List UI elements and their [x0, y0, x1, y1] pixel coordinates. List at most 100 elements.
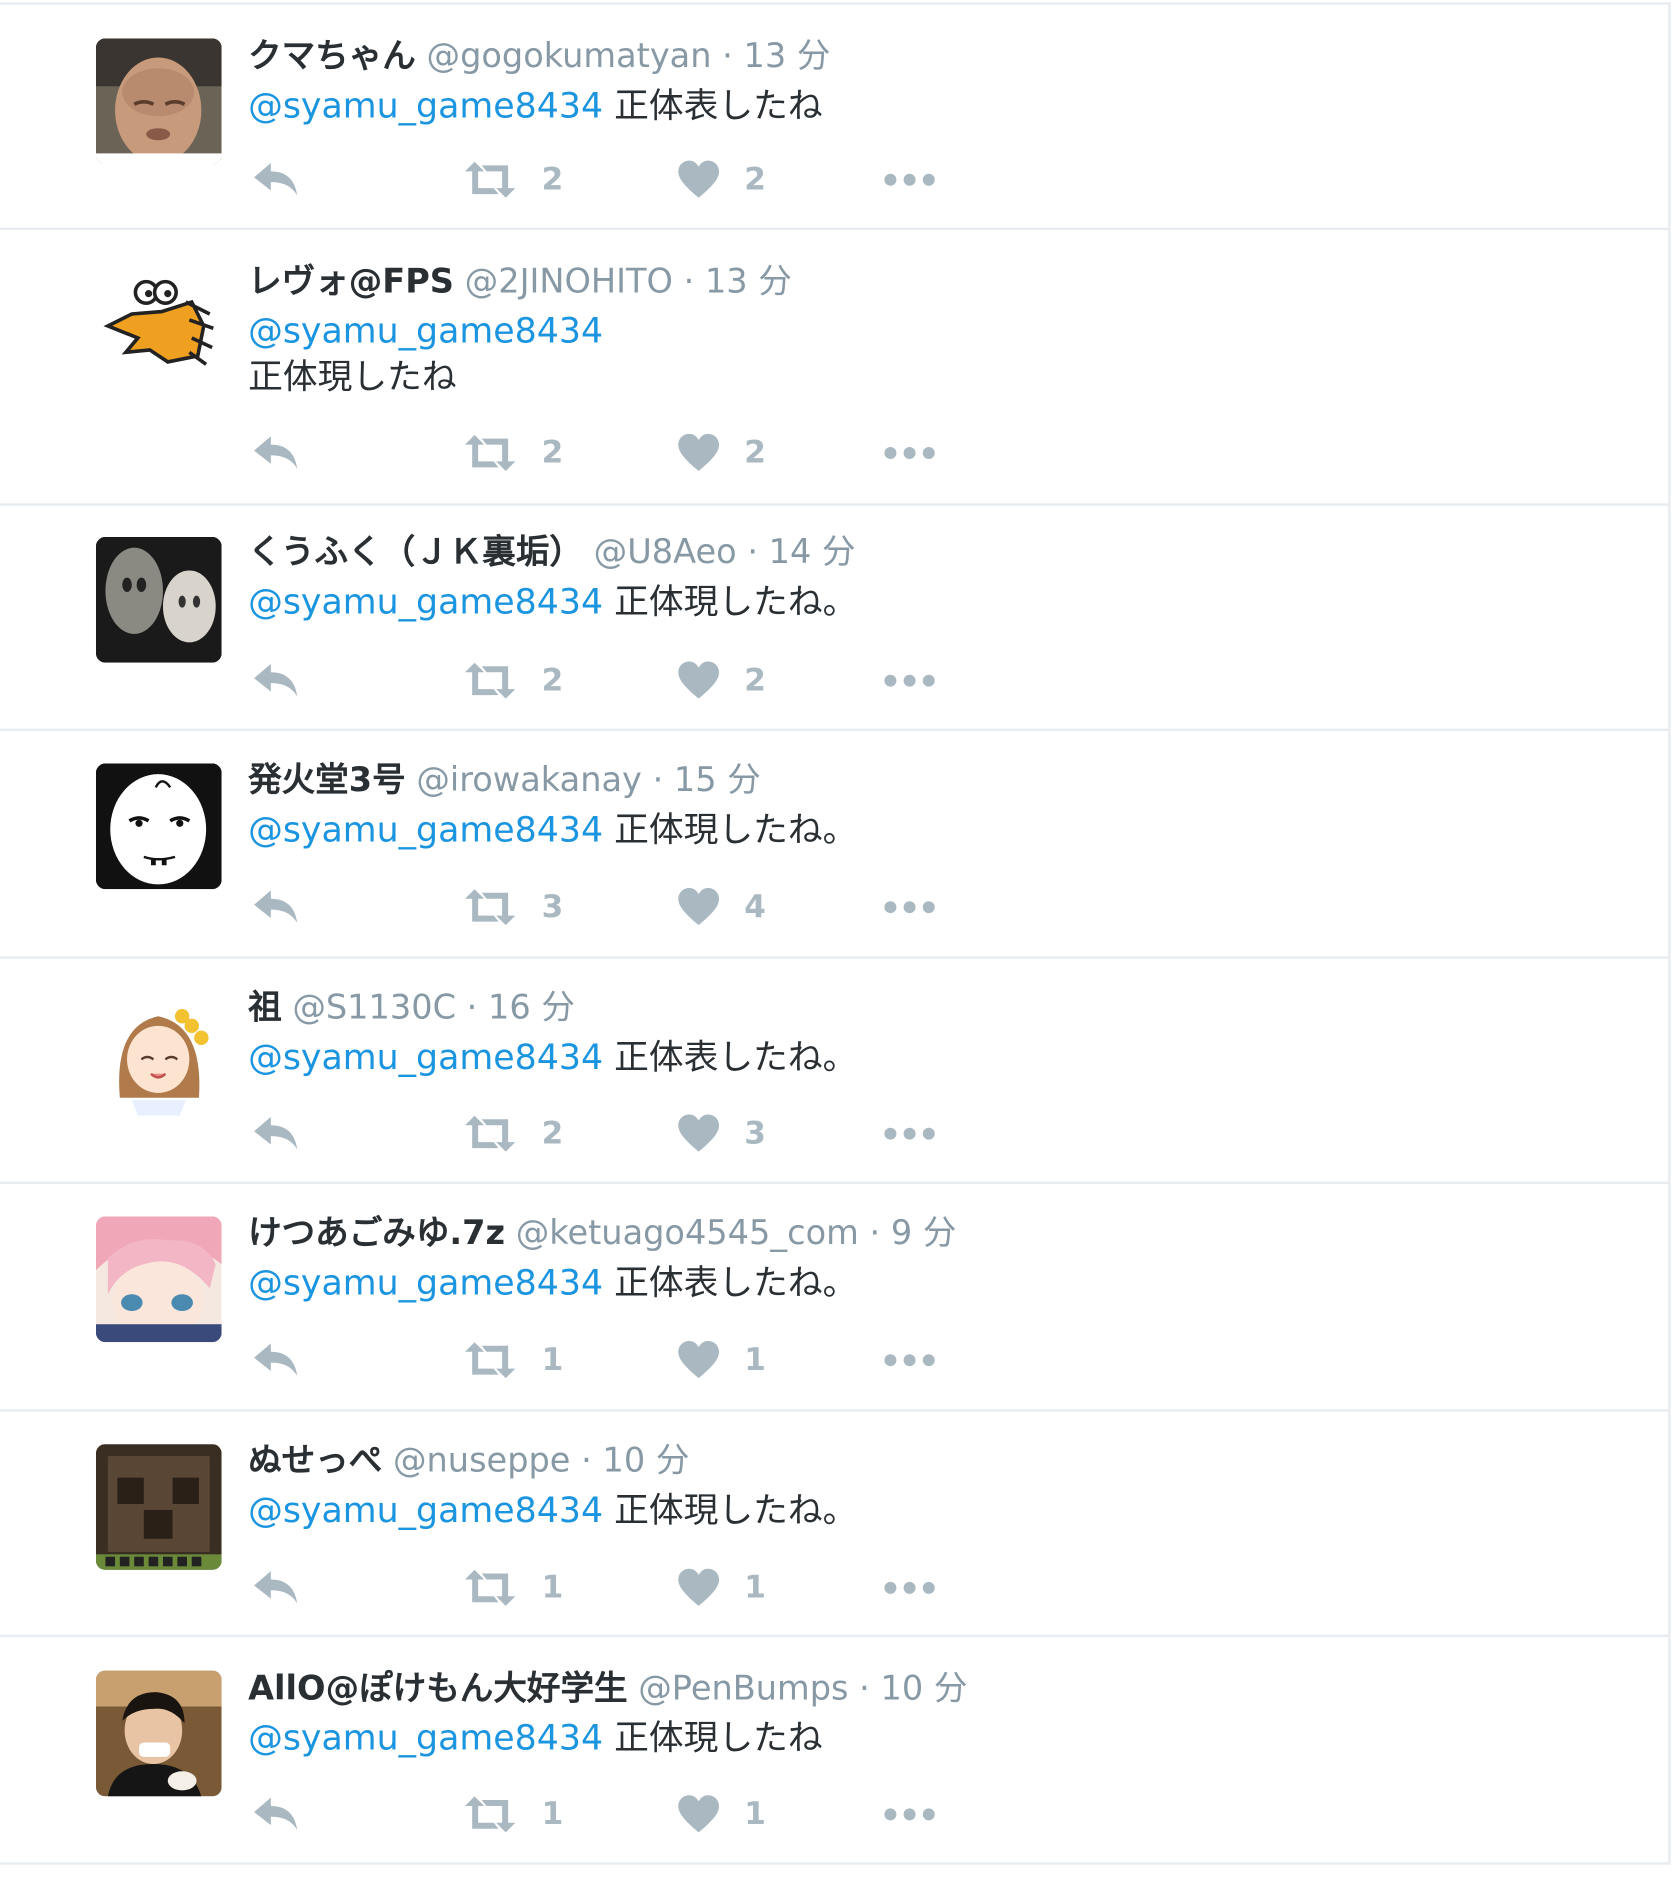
timestamp[interactable]: 10 分 — [602, 1440, 689, 1480]
more-button[interactable] — [883, 429, 936, 477]
display-name[interactable]: けつあごみゆ.7z — [248, 1213, 505, 1253]
tweet[interactable]: クマちゃん @gogokumatyan · 13 分 @syamu_game84… — [0, 2, 1671, 231]
more-button[interactable] — [883, 1110, 936, 1158]
like-count: 1 — [744, 1569, 766, 1606]
avatar[interactable] — [95, 1444, 222, 1570]
mention-link[interactable]: @syamu_game8434 — [248, 310, 603, 351]
tweet[interactable]: AllO@ぽけもん大好学生 @PenBumps · 10 分 @syamu_ga… — [0, 1634, 1671, 1865]
avatar[interactable] — [95, 536, 222, 663]
more-dots-icon — [884, 1808, 935, 1821]
avatar[interactable] — [95, 266, 222, 392]
retweet-button[interactable]: 3 — [463, 883, 563, 931]
user-handle[interactable]: @nuseppe — [393, 1440, 570, 1480]
reply-icon — [254, 1797, 298, 1830]
reply-button[interactable] — [252, 883, 300, 931]
more-button[interactable] — [883, 1790, 936, 1838]
more-button[interactable] — [883, 1336, 936, 1384]
mention-link[interactable]: @syamu_game8434 — [248, 85, 603, 126]
display-name[interactable]: くうふく（ＪＫ裏垢） — [248, 532, 583, 572]
reply-button[interactable] — [252, 1564, 300, 1612]
like-button[interactable]: 2 — [677, 429, 766, 477]
reply-button[interactable] — [252, 1110, 300, 1158]
more-dots-icon — [884, 173, 935, 186]
more-dots-icon — [884, 901, 935, 914]
retweet-button[interactable]: 1 — [463, 1336, 563, 1384]
timestamp[interactable]: 13 分 — [705, 261, 792, 301]
display-name[interactable]: クマちゃん — [248, 36, 416, 76]
retweet-button[interactable]: 2 — [463, 429, 563, 477]
user-handle[interactable]: @irowakanay — [416, 760, 642, 800]
mention-link[interactable]: @syamu_game8434 — [248, 1262, 603, 1303]
tweet-actions: 2 2 — [252, 657, 971, 705]
user-handle[interactable]: @2JINOHITO — [465, 261, 673, 301]
display-name[interactable]: AllO@ぽけもん大好学生 — [248, 1668, 627, 1708]
reply-button[interactable] — [252, 657, 300, 705]
like-button[interactable]: 1 — [677, 1564, 766, 1612]
timestamp[interactable]: 15 分 — [674, 760, 761, 800]
display-name[interactable]: レヴォ@FPS — [248, 261, 454, 301]
timestamp[interactable]: 10 分 — [881, 1668, 968, 1708]
tweet[interactable]: ぬせっぺ @nuseppe · 10 分 @syamu_game8434 正体現… — [0, 1409, 1671, 1638]
more-button[interactable] — [883, 883, 936, 931]
mention-link[interactable]: @syamu_game8434 — [248, 1037, 603, 1078]
user-handle[interactable]: @PenBumps — [638, 1668, 848, 1708]
like-button[interactable]: 1 — [677, 1336, 766, 1384]
like-button[interactable]: 1 — [677, 1790, 766, 1838]
avatar[interactable] — [95, 763, 222, 890]
retweet-button[interactable]: 2 — [463, 657, 564, 705]
like-button[interactable]: 2 — [677, 657, 766, 705]
tweet-actions: 2 2 — [252, 156, 971, 204]
tweet[interactable]: くうふく（ＪＫ裏垢） @U8Aeo · 14 分 @syamu_game8434… — [0, 503, 1671, 732]
display-name[interactable]: 祖 — [248, 987, 282, 1027]
retweet-count: 2 — [541, 662, 564, 699]
avatar[interactable] — [95, 38, 222, 165]
retweet-button[interactable]: 2 — [463, 156, 564, 204]
reply-button[interactable] — [252, 1336, 300, 1384]
user-handle[interactable]: @U8Aeo — [594, 532, 737, 572]
heart-icon — [678, 1341, 720, 1379]
more-button[interactable] — [883, 156, 936, 204]
retweet-count: 2 — [541, 161, 564, 198]
timestamp[interactable]: 9 分 — [891, 1213, 957, 1253]
like-button[interactable]: 3 — [677, 1110, 766, 1158]
retweet-icon — [464, 1342, 516, 1379]
tweet[interactable]: レヴォ@FPS @2JINOHITO · 13 分 @syamu_game843… — [0, 227, 1671, 506]
avatar[interactable] — [95, 1216, 222, 1343]
more-button[interactable] — [883, 657, 936, 705]
avatar[interactable] — [95, 1670, 222, 1797]
user-handle[interactable]: @ketuago4545_com — [516, 1213, 859, 1253]
reply-button[interactable] — [252, 156, 300, 204]
display-name[interactable]: 発火堂3号 — [248, 760, 406, 800]
timestamp[interactable]: 13 分 — [744, 36, 831, 76]
like-count: 2 — [744, 161, 766, 198]
tweet-actions: 1 1 — [252, 1790, 971, 1838]
retweet-count: 1 — [541, 1569, 564, 1606]
like-button[interactable]: 4 — [677, 883, 766, 931]
heart-icon — [678, 1795, 720, 1833]
mention-link[interactable]: @syamu_game8434 — [248, 1717, 603, 1758]
avatar[interactable] — [95, 989, 222, 1116]
more-dots-icon — [884, 1581, 935, 1594]
mention-link[interactable]: @syamu_game8434 — [248, 1490, 603, 1531]
display-name[interactable]: ぬせっぺ — [248, 1440, 382, 1480]
tweet[interactable]: けつあごみゆ.7z @ketuago4545_com · 9 分 @syamu_… — [0, 1181, 1671, 1412]
retweet-icon — [464, 161, 516, 198]
timestamp[interactable]: 16 分 — [488, 987, 575, 1027]
tweet[interactable]: 発火堂3号 @irowakanay · 15 分 @syamu_game8434… — [0, 728, 1671, 959]
mention-link[interactable]: @syamu_game8434 — [248, 809, 603, 850]
timestamp[interactable]: 14 分 — [769, 532, 856, 572]
tweet-text: @syamu_game8434 正体現したね。 — [248, 1486, 857, 1534]
separator-dot: · — [869, 1212, 881, 1253]
retweet-button[interactable]: 1 — [463, 1790, 563, 1838]
user-handle[interactable]: @gogokumatyan — [427, 36, 712, 76]
tweet[interactable]: 祖 @S1130C · 16 分 @syamu_game8434 正体表したね。… — [0, 956, 1671, 1185]
reply-button[interactable] — [252, 429, 300, 477]
reply-button[interactable] — [252, 1790, 300, 1838]
user-handle[interactable]: @S1130C — [292, 987, 456, 1027]
retweet-button[interactable]: 2 — [463, 1110, 563, 1158]
mention-link[interactable]: @syamu_game8434 — [248, 581, 603, 622]
retweet-button[interactable]: 1 — [463, 1564, 564, 1612]
tweet-text: @syamu_game8434 正体現したね。 — [248, 578, 857, 626]
like-button[interactable]: 2 — [677, 156, 766, 204]
more-button[interactable] — [883, 1564, 936, 1612]
